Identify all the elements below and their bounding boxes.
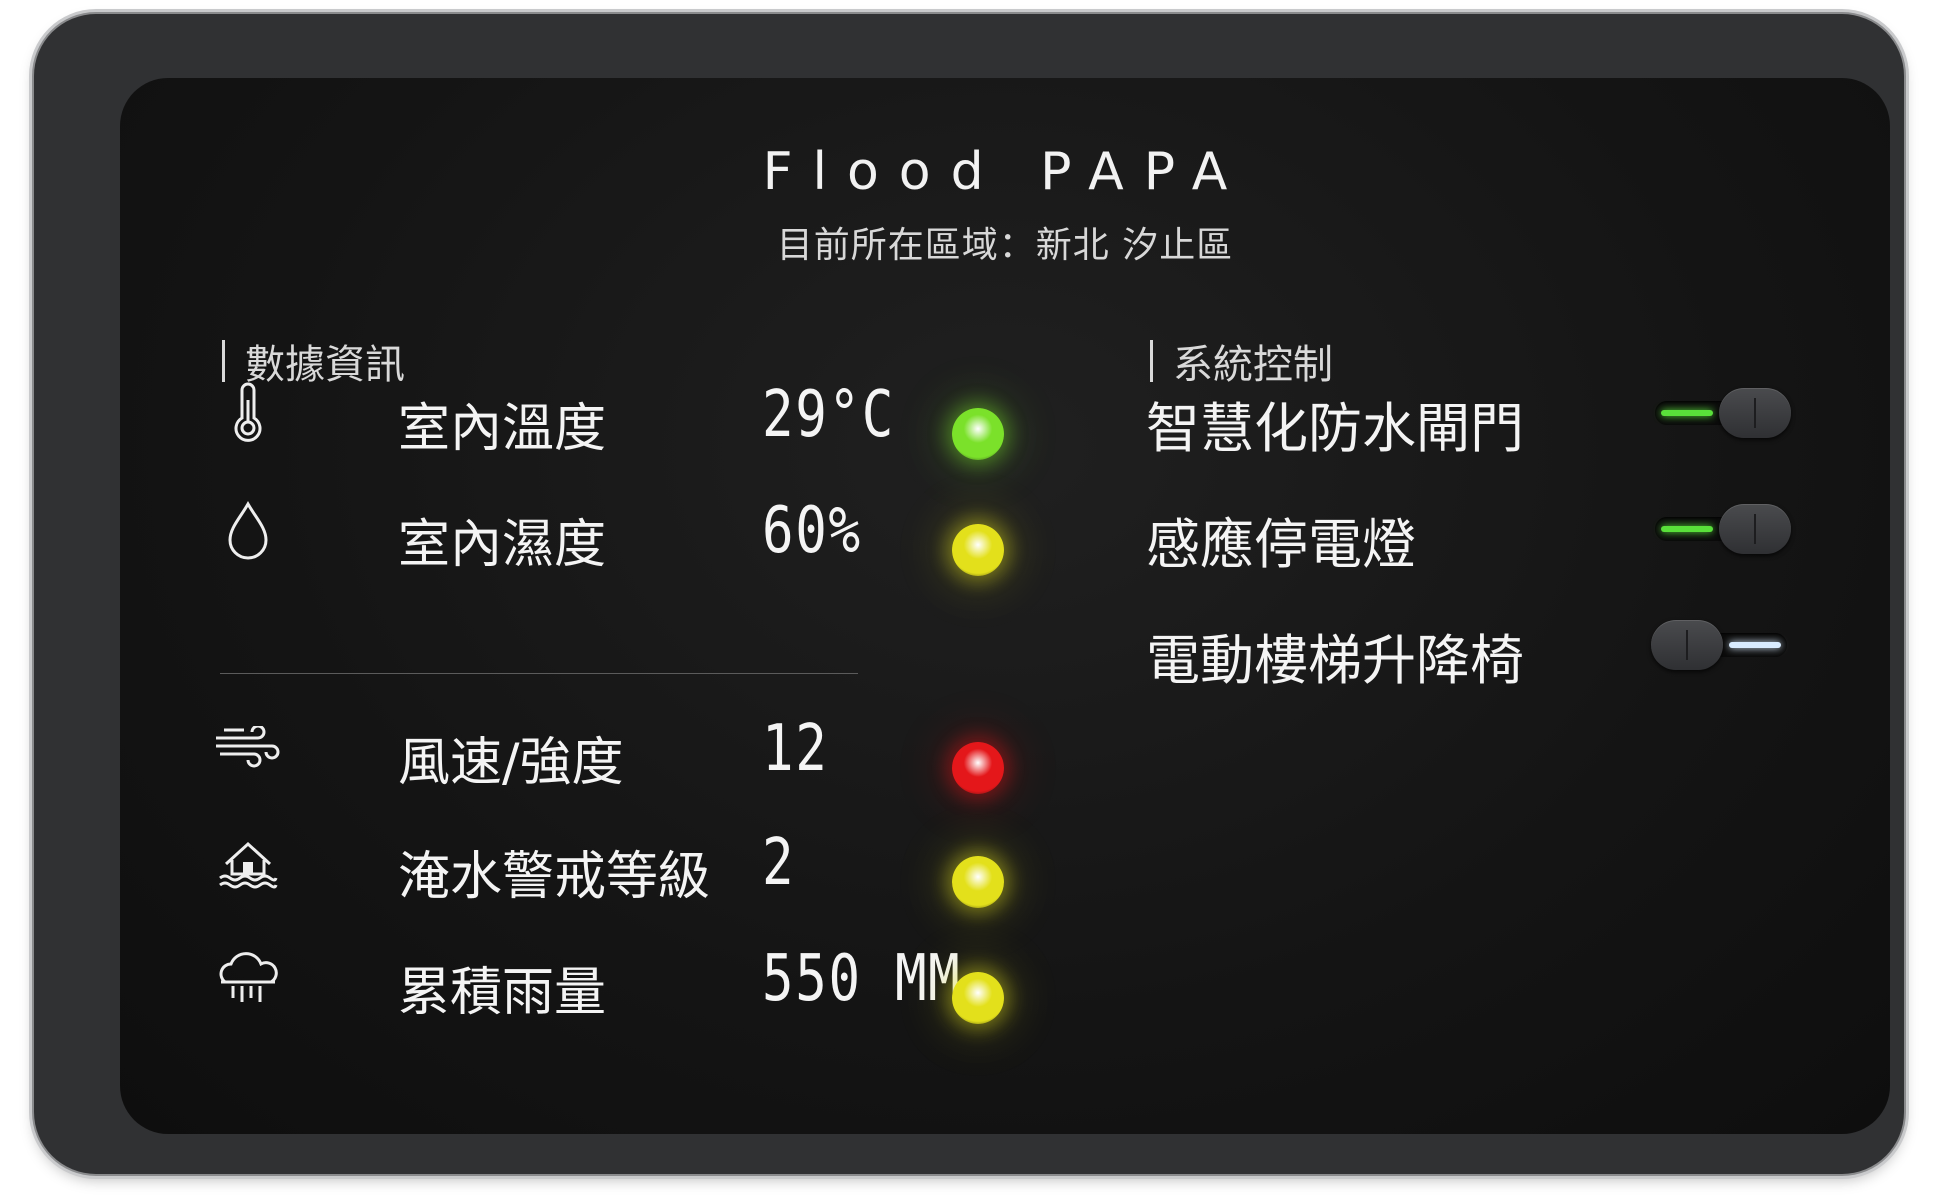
flooded-house-icon	[212, 822, 284, 902]
data-row-temperature: 室內溫度 29°C	[212, 374, 1072, 459]
control-label: 智慧化防水閘門	[1146, 397, 1524, 460]
control-row-emergency-light: 感應停電燈	[1146, 490, 1846, 576]
rain-cloud-icon	[212, 938, 284, 1018]
data-row-flood-level: 淹水警戒等級 2	[212, 822, 1072, 907]
app-title: Flood PAPA	[762, 142, 1248, 202]
status-led-rainfall	[952, 972, 1004, 1024]
control-label: 電動樓梯升降椅	[1146, 629, 1524, 692]
row-value: 2	[762, 826, 796, 900]
emergency-light-toggle[interactable]	[1651, 504, 1791, 554]
row-value: 550 MM	[762, 942, 962, 1016]
toggle-indicator	[1729, 642, 1781, 648]
flood-gate-toggle[interactable]	[1651, 388, 1791, 438]
stair-lift-toggle[interactable]	[1651, 620, 1791, 670]
control-row-stair-lift: 電動樓梯升降椅	[1146, 606, 1846, 692]
row-label: 累積雨量	[398, 963, 607, 1023]
toggle-knob[interactable]	[1719, 388, 1791, 438]
control-label: 感應停電燈	[1146, 513, 1416, 576]
dashboard-screen: Flood PAPA 目前所在區域：新北 汐止區 數據資訊 系統控制 室內溫度 …	[120, 78, 1890, 1134]
row-label: 風速/強度	[398, 733, 624, 793]
thermometer-icon	[212, 374, 284, 454]
status-led-temperature	[952, 408, 1004, 460]
status-led-humidity	[952, 524, 1004, 576]
water-drop-icon	[212, 490, 284, 570]
wind-icon	[212, 708, 284, 788]
device-bezel: Flood PAPA 目前所在區域：新北 汐止區 數據資訊 系統控制 室內溫度 …	[34, 14, 1904, 1174]
toggle-knob[interactable]	[1719, 504, 1791, 554]
toggle-indicator	[1661, 410, 1713, 416]
row-label: 淹水警戒等級	[398, 847, 711, 907]
row-value: 12	[762, 712, 829, 786]
status-led-flood-level	[952, 856, 1004, 908]
data-row-rainfall: 累積雨量 550 MM	[212, 938, 1072, 1023]
row-label: 室內濕度	[398, 515, 607, 575]
row-value: 29°C	[762, 378, 895, 452]
toggle-indicator	[1661, 526, 1713, 532]
section-divider	[220, 673, 858, 674]
control-row-flood-gate: 智慧化防水閘門	[1146, 374, 1846, 460]
location-line: 目前所在區域：新北 汐止區	[776, 225, 1234, 266]
row-value: 60%	[762, 494, 862, 568]
data-row-humidity: 室內濕度 60%	[212, 490, 1072, 575]
toggle-knob[interactable]	[1651, 620, 1723, 670]
row-label: 室內溫度	[398, 399, 607, 459]
status-led-wind	[952, 742, 1004, 794]
data-row-wind: 風速/強度 12	[212, 708, 1072, 793]
